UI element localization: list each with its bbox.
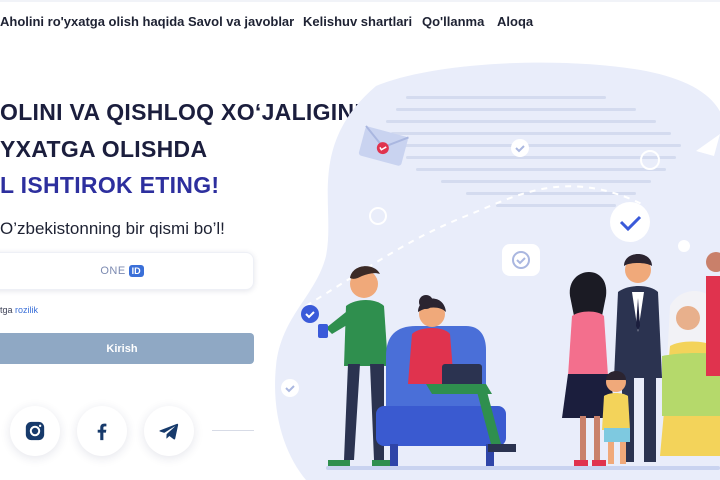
nav-item-guide[interactable]: Qo'llanma	[422, 14, 484, 29]
oneid-badge: ID	[128, 265, 144, 277]
nav-item-about-census[interactable]: Aholini ro'yxatga olish haqida	[0, 14, 184, 29]
dot-decor	[678, 240, 690, 252]
instagram-icon	[25, 421, 45, 441]
telegram-button[interactable]	[144, 406, 194, 456]
nav-item-terms[interactable]: Kelishuv shartlari	[303, 14, 412, 29]
check-bubble-bottom	[281, 379, 299, 397]
ground-line	[326, 466, 720, 470]
top-nav: Aholini ro'yxatga olish haqida Savol va …	[0, 0, 720, 44]
check-bubble-small	[511, 139, 529, 157]
consent-link[interactable]: rozilik	[15, 305, 38, 315]
telegram-icon	[159, 423, 179, 440]
login-submit-button[interactable]: Kirish	[0, 333, 254, 364]
social-divider	[212, 430, 254, 431]
nav-item-contact[interactable]: Aloqa	[497, 14, 533, 29]
consent-text: tga rozilik	[0, 305, 38, 315]
instagram-button[interactable]	[10, 406, 60, 456]
speech-bubble	[502, 244, 540, 276]
check-bubble-left	[301, 305, 319, 323]
oneid-text: ONE	[100, 265, 126, 277]
oneid-login-button[interactable]: ONE ID	[0, 252, 254, 290]
consent-prefix: tga	[0, 305, 16, 315]
check-bubble-large	[610, 202, 650, 242]
hero-subtitle: O’zbekistonning bir qismi bo’l!	[0, 219, 225, 238]
hero-title-line-3: L ISHTIROK ETING!	[0, 172, 220, 198]
facebook-button[interactable]	[77, 406, 127, 456]
facebook-icon	[97, 423, 107, 441]
hero-title-line-2: YXATGA OLISHDA	[0, 136, 208, 162]
census-illustration	[275, 62, 720, 480]
nav-item-faq[interactable]: Savol va javoblar	[188, 14, 294, 29]
